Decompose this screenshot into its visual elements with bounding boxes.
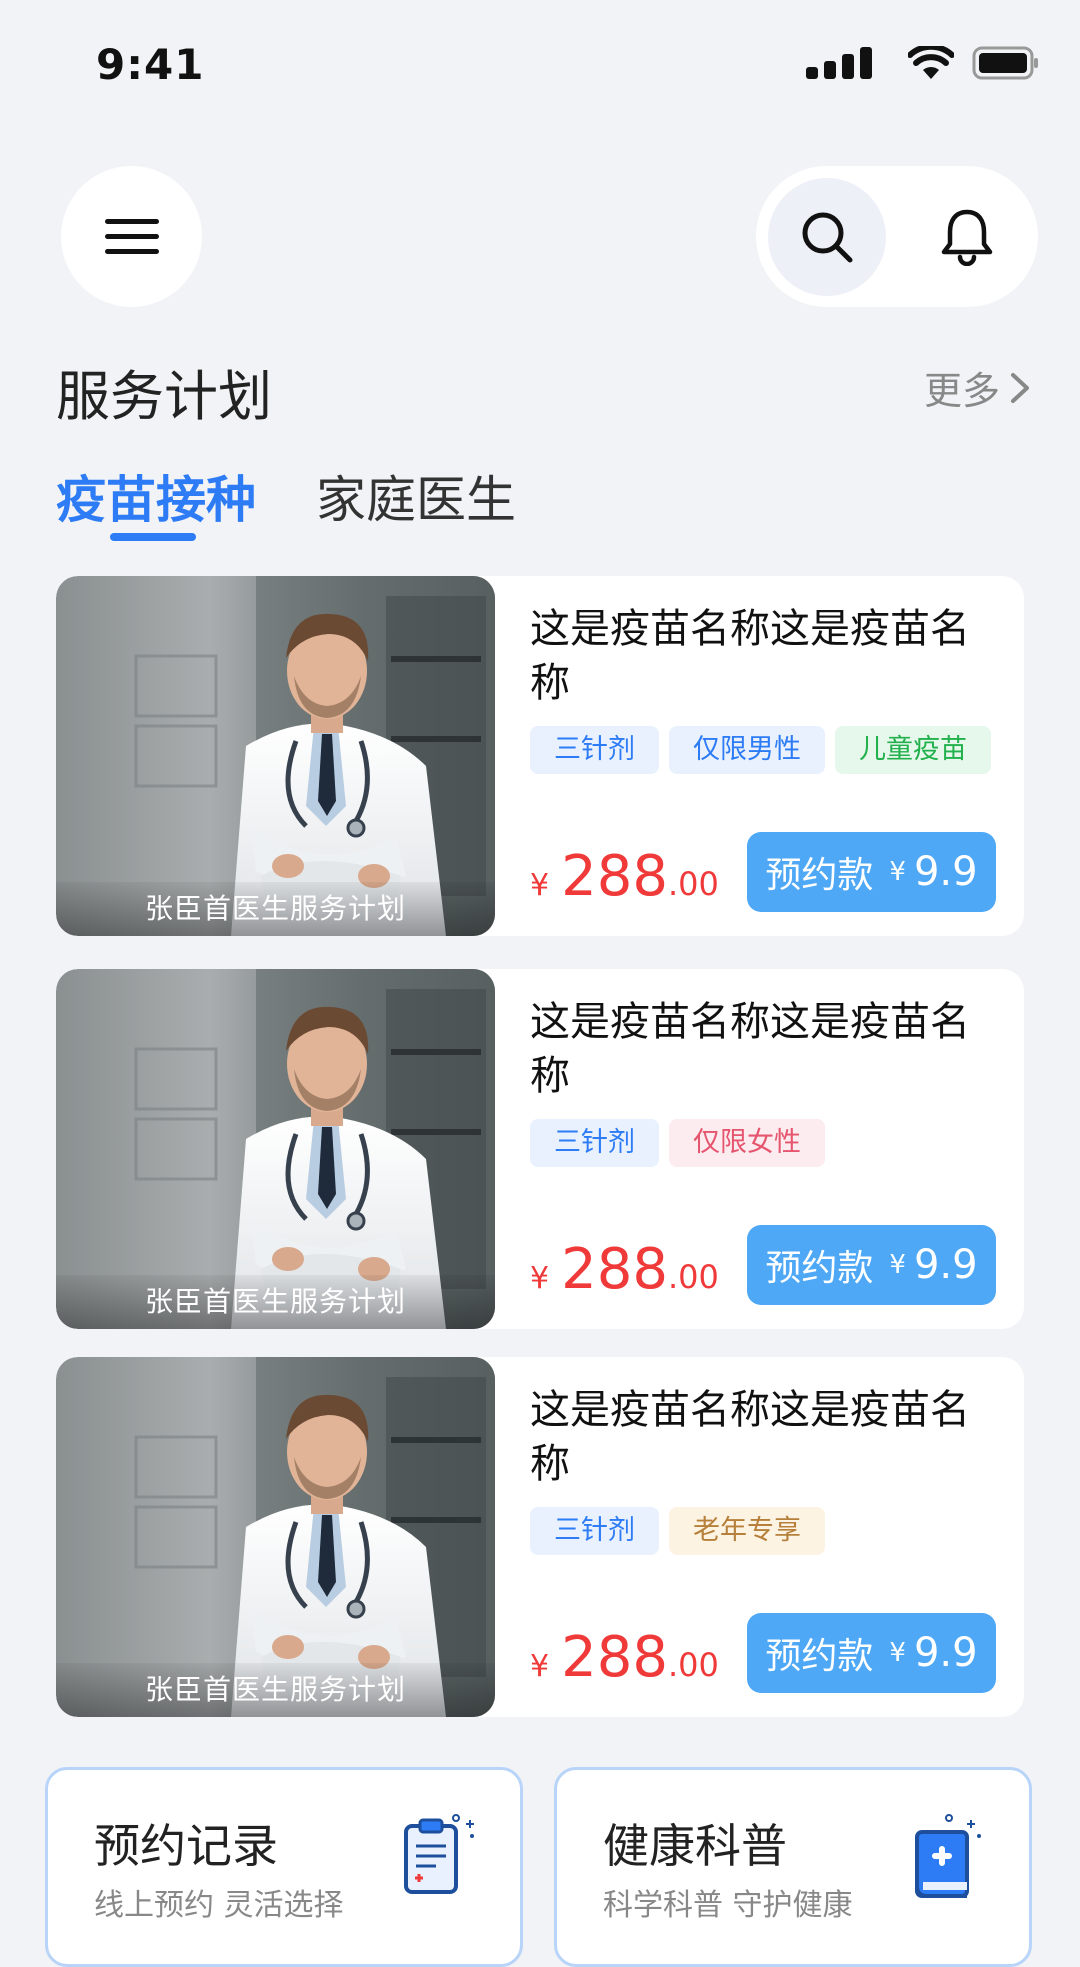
price-decimal: .00	[667, 1646, 719, 1684]
tag: 三针剂	[530, 1119, 659, 1167]
vaccine-card[interactable]: 张臣首医生服务计划 这是疫苗名称这是疫苗名称 三针剂 老年专享 ¥ 288 .0…	[56, 1357, 1024, 1717]
appointment-records-card[interactable]: 预约记录 线上预约 灵活选择	[45, 1767, 523, 1967]
status-bar: 9:41	[0, 0, 1080, 130]
image-caption: 张臣首医生服务计划	[56, 1663, 495, 1717]
price-currency: ¥	[530, 1261, 550, 1296]
tag-list: 三针剂 仅限男性 儿童疫苗	[530, 726, 991, 774]
status-icons	[806, 46, 1040, 80]
tab-vaccination[interactable]: 疫苗接种	[56, 460, 256, 532]
bottom-card-subtitle: 线上预约 灵活选择	[94, 1888, 344, 1923]
hamburger-menu-icon	[104, 218, 159, 254]
tag: 三针剂	[530, 1507, 659, 1555]
bottom-card-title: 健康科普	[603, 1819, 787, 1873]
wifi-icon	[908, 46, 954, 79]
tag-list: 三针剂 老年专享	[530, 1507, 825, 1555]
image-caption: 张臣首医生服务计划	[56, 882, 495, 936]
bottom-card-title: 预约记录	[94, 1819, 278, 1873]
tag: 儿童疫苗	[835, 726, 991, 774]
cellular-signal-icon	[806, 47, 872, 79]
price-currency: ¥	[530, 868, 550, 903]
vaccine-title: 这是疫苗名称这是疫苗名称	[530, 999, 970, 1099]
book-button-currency: ¥	[889, 1250, 906, 1280]
medical-book-icon	[915, 1814, 981, 1898]
search-icon	[802, 212, 853, 263]
search-button[interactable]	[768, 178, 886, 296]
tab-active-indicator	[110, 533, 196, 541]
book-button[interactable]: 预约款 ¥ 9.9	[747, 832, 996, 912]
price-integer: 288	[561, 1237, 668, 1302]
vaccine-title: 这是疫苗名称这是疫苗名称	[530, 1387, 970, 1487]
header-actions	[756, 166, 1038, 307]
book-button-label: 预约款	[765, 1636, 874, 1677]
tab-family-doctor[interactable]: 家庭医生	[316, 460, 516, 532]
battery-icon	[972, 46, 1038, 80]
section-title: 服务计划	[56, 365, 272, 428]
price: ¥ 288 .00	[530, 844, 719, 909]
more-link[interactable]: 更多	[924, 360, 1032, 415]
doctor-photo: 张臣首医生服务计划	[56, 576, 495, 936]
book-button-label: 预约款	[765, 855, 874, 896]
chevron-right-icon	[1011, 372, 1029, 403]
book-button-currency: ¥	[889, 1638, 906, 1668]
book-button-amount: 9.9	[913, 1630, 978, 1676]
vaccine-card[interactable]: 张臣首医生服务计划 这是疫苗名称这是疫苗名称 三针剂 仅限男性 儿童疫苗 ¥ 2…	[56, 576, 1024, 936]
image-caption: 张臣首医生服务计划	[56, 1275, 495, 1329]
more-label: 更多	[923, 369, 1000, 413]
price-decimal: .00	[667, 1258, 719, 1296]
price-decimal: .00	[667, 865, 719, 903]
price: ¥ 288 .00	[530, 1625, 719, 1690]
book-button[interactable]: 预约款 ¥ 9.9	[747, 1225, 996, 1305]
vaccine-card[interactable]: 张臣首医生服务计划 这是疫苗名称这是疫苗名称 三针剂 仅限女性 ¥ 288 .0…	[56, 969, 1024, 1329]
bottom-card-subtitle: 科学科普 守护健康	[603, 1888, 853, 1923]
health-education-card[interactable]: 健康科普 科学科普 守护健康	[554, 1767, 1032, 1967]
tag: 仅限女性	[669, 1119, 825, 1167]
price-integer: 288	[561, 844, 668, 909]
book-button-label: 预约款	[765, 1248, 874, 1289]
vaccine-title: 这是疫苗名称这是疫苗名称	[530, 606, 970, 706]
tag: 仅限男性	[669, 726, 825, 774]
bell-icon	[941, 209, 993, 266]
clipboard-icon	[404, 1814, 474, 1894]
price-currency: ¥	[530, 1649, 550, 1684]
book-button-amount: 9.9	[913, 849, 978, 895]
tag: 老年专享	[669, 1507, 825, 1555]
book-button-amount: 9.9	[913, 1242, 978, 1288]
price-integer: 288	[561, 1625, 668, 1690]
doctor-photo: 张臣首医生服务计划	[56, 969, 495, 1329]
doctor-photo: 张臣首医生服务计划	[56, 1357, 495, 1717]
tag: 三针剂	[530, 726, 659, 774]
price: ¥ 288 .00	[530, 1237, 719, 1302]
menu-button[interactable]	[61, 166, 202, 307]
tag-list: 三针剂 仅限女性	[530, 1119, 825, 1167]
book-button[interactable]: 预约款 ¥ 9.9	[747, 1613, 996, 1693]
status-time: 9:41	[96, 40, 205, 89]
notification-button[interactable]	[908, 178, 1026, 296]
book-button-currency: ¥	[889, 857, 906, 887]
